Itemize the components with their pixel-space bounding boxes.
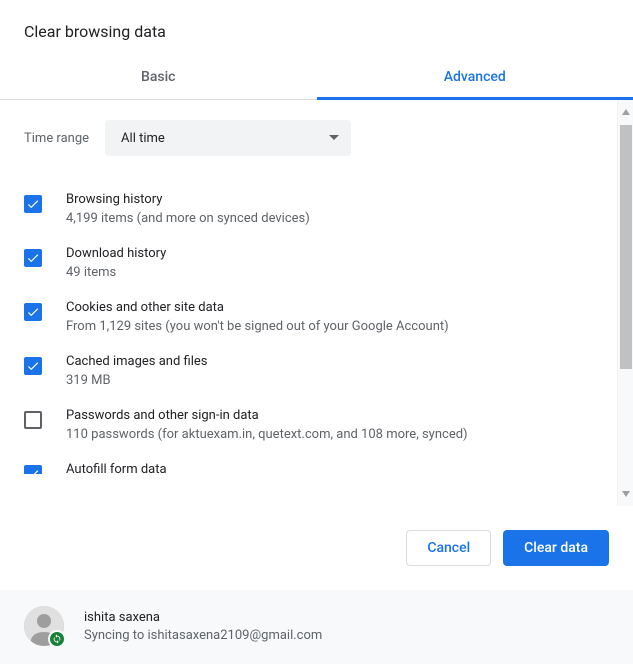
option-title: Autofill form data — [66, 462, 167, 474]
tab-advanced[interactable]: Advanced — [317, 57, 633, 99]
time-range-row: Time range All time — [24, 120, 609, 156]
clear-data-button[interactable]: Clear data — [503, 530, 609, 566]
option-title: Cookies and other site data — [66, 300, 449, 315]
option-desc: 49 items — [66, 265, 166, 280]
time-range-select[interactable]: All time — [105, 120, 351, 156]
option-row: Cookies and other site data From 1,129 si… — [24, 290, 609, 344]
checkbox[interactable] — [24, 249, 42, 267]
option-text: Passwords and other sign-in data 110 pass… — [66, 408, 468, 442]
time-range-value: All time — [121, 131, 165, 146]
option-desc: 319 MB — [66, 373, 207, 388]
tabs: Basic Advanced — [0, 57, 633, 100]
option-desc: 4,199 items (and more on synced devices) — [66, 211, 310, 226]
account-name: ishita saxena — [84, 610, 322, 625]
option-row: Browsing history 4,199 items (and more on… — [24, 182, 609, 236]
option-title: Passwords and other sign-in data — [66, 408, 468, 423]
option-title: Cached images and files — [66, 354, 207, 369]
dialog-title: Clear browsing data — [0, 0, 633, 57]
scrollbar-thumb[interactable] — [620, 125, 632, 369]
time-range-label: Time range — [24, 131, 89, 146]
checkbox[interactable] — [24, 303, 42, 321]
option-text: Autofill form data — [66, 462, 167, 474]
avatar-wrap — [24, 606, 64, 646]
scroll-down-icon[interactable] — [618, 486, 633, 502]
option-text: Download history 49 items — [66, 246, 166, 280]
chevron-down-icon — [329, 135, 339, 141]
option-title: Browsing history — [66, 192, 310, 207]
account-text: ishita saxena Syncing to ishitasaxena210… — [84, 610, 322, 643]
account-status: Syncing to ishitasaxena2109@gmail.com — [84, 628, 322, 643]
sync-badge-icon — [48, 630, 66, 648]
option-row: Download history 49 items — [24, 236, 609, 290]
option-text: Cookies and other site data From 1,129 si… — [66, 300, 449, 334]
dialog-footer: Cancel Clear data — [0, 506, 633, 590]
option-row: Cached images and files 319 MB — [24, 344, 609, 398]
account-row: ishita saxena Syncing to ishitasaxena210… — [0, 590, 633, 664]
option-desc: 110 passwords (for aktuexam.in, quetext.… — [66, 427, 468, 442]
option-row: Passwords and other sign-in data 110 pass… — [24, 398, 609, 452]
checkbox[interactable] — [24, 411, 42, 429]
checkbox[interactable] — [24, 357, 42, 375]
tab-basic[interactable]: Basic — [0, 57, 317, 99]
content-wrap: Time range All time Browsing history 4,19… — [0, 100, 633, 506]
option-text: Cached images and files 319 MB — [66, 354, 207, 388]
scroll-up-icon[interactable] — [618, 104, 633, 120]
checkbox[interactable] — [24, 195, 42, 213]
cancel-button[interactable]: Cancel — [406, 530, 491, 566]
checkbox[interactable] — [24, 465, 42, 474]
option-row: Autofill form data — [24, 452, 609, 474]
scrollbar[interactable] — [617, 100, 633, 506]
option-title: Download history — [66, 246, 166, 261]
clear-browsing-data-dialog: Clear browsing data Basic Advanced Time … — [0, 0, 633, 664]
option-desc: From 1,129 sites (you won't be signed ou… — [66, 319, 449, 334]
content: Time range All time Browsing history 4,19… — [0, 100, 633, 506]
option-text: Browsing history 4,199 items (and more on… — [66, 192, 310, 226]
